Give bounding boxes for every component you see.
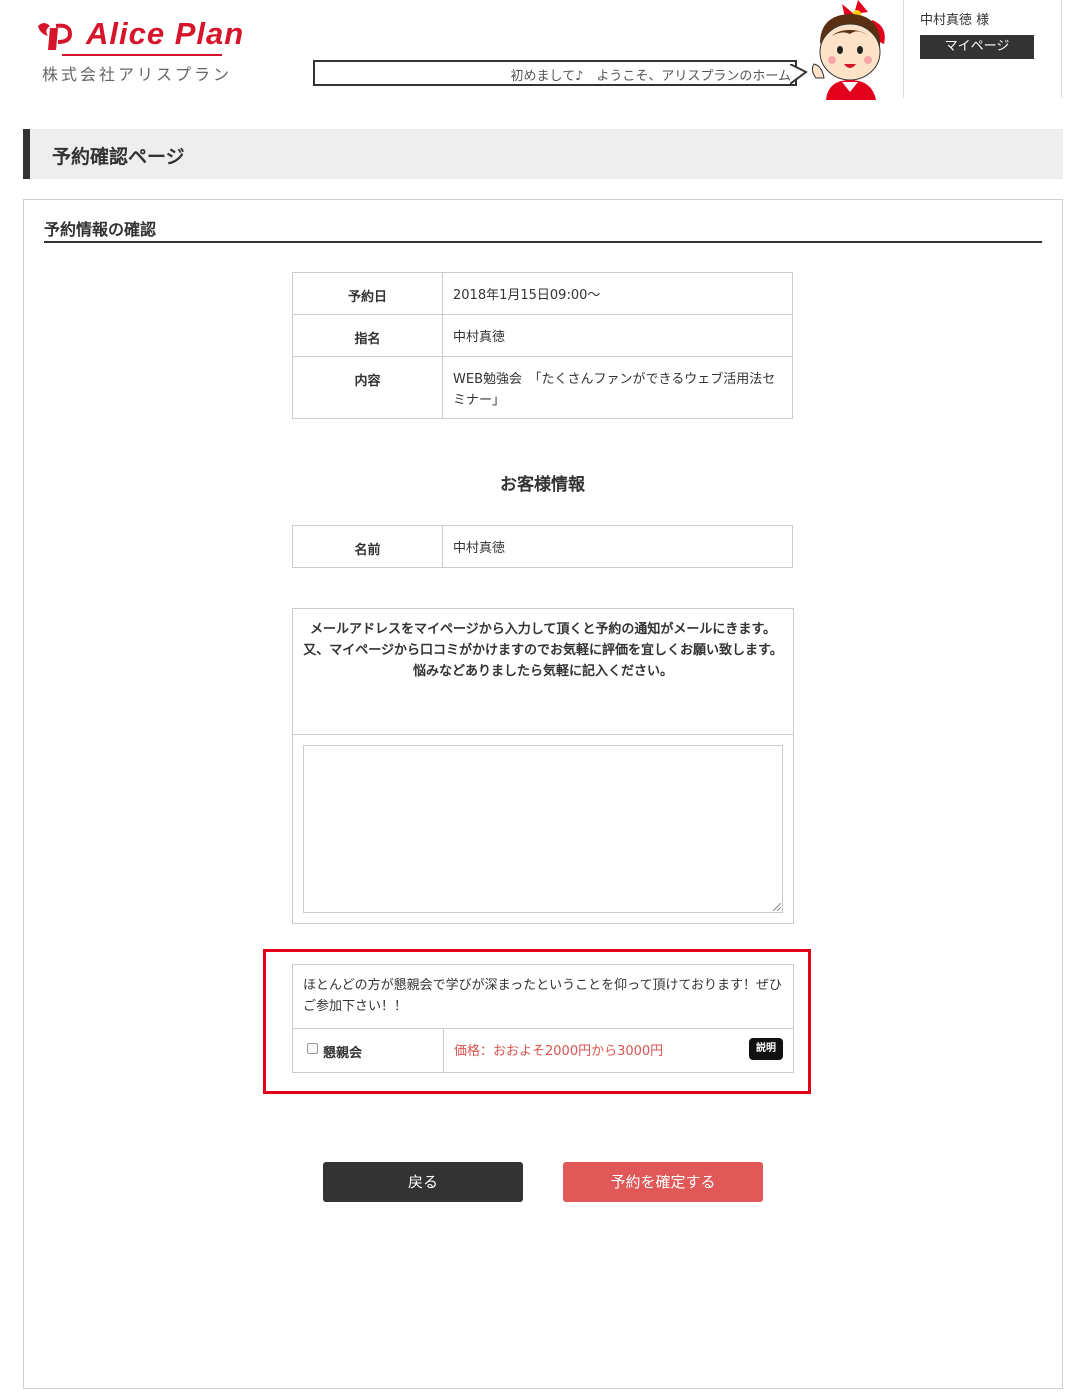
party-label[interactable]: 懇親会: [323, 1042, 362, 1061]
table-row: 指名 中村真徳: [292, 314, 793, 357]
back-button[interactable]: 戻る: [323, 1162, 523, 1202]
table-row: 内容 WEB勉強会 「たくさんファンができるウェブ活用法セミナー」: [292, 356, 793, 419]
mypage-button[interactable]: マイページ: [920, 35, 1034, 59]
user-panel: 中村真徳 様 マイページ: [903, 0, 1062, 98]
page-title-bar: 予約確認ページ: [23, 129, 1063, 179]
alice-plan-logo-icon: [38, 23, 73, 50]
logo-subtitle: 株式会社アリスプラン: [42, 65, 233, 84]
memo-line-1: メールアドレスをマイページから入力して頂くと予約の通知がメールにきます。: [309, 622, 777, 637]
reservation-date-label: 予約日: [292, 272, 443, 315]
marquee-text: 初めまして♪ ようこそ、アリスプランのホーム: [510, 69, 791, 84]
memo-line-2: 又、マイページから口コミがかけますのでお気軽に評価を宜しくお願い致します。: [303, 643, 783, 658]
customer-name-value: 中村真徳: [442, 525, 793, 568]
reservation-date-value: 2018年1月15日09:00〜: [442, 272, 793, 315]
reservation-panel: 予約情報の確認 予約日 2018年1月15日09:00〜 指名 中村真徳 内容 …: [23, 199, 1063, 1389]
welcome-marquee: 初めまして♪ ようこそ、アリスプランのホーム: [313, 60, 797, 86]
nominee-label: 指名: [292, 314, 443, 357]
explain-button[interactable]: 説明: [749, 1038, 783, 1060]
company-logo[interactable]: Alice Plan 株式会社アリスプラン: [34, 16, 243, 86]
memo-instructions: メールアドレスをマイページから入力して頂くと予約の通知がメールにきます。 又、マ…: [293, 609, 793, 735]
party-checkbox[interactable]: [307, 1043, 318, 1054]
confirm-reservation-button[interactable]: 予約を確定する: [563, 1162, 763, 1202]
content-label: 内容: [292, 356, 443, 419]
customer-info-title: お客様情報: [500, 475, 585, 495]
reservation-table: 予約日 2018年1月15日09:00〜 指名 中村真徳 内容 WEB勉強会 「…: [292, 272, 793, 419]
content-value: WEB勉強会 「たくさんファンができるウェブ活用法セミナー」: [442, 356, 793, 419]
party-price: 価格：おおよそ2000円から3000円: [454, 1044, 664, 1059]
memo-box: メールアドレスをマイページから入力して頂くと予約の通知がメールにきます。 又、マ…: [292, 608, 794, 924]
page-title: 予約確認ページ: [52, 146, 185, 168]
table-row: 名前 中村真徳: [292, 525, 793, 568]
party-description: ほとんどの方が懇親会で学びが深まったということを仰って頂けております！ぜひご参加…: [293, 965, 793, 1029]
resize-grip-icon[interactable]: [773, 903, 781, 911]
mascot-girl-icon: [811, 0, 885, 100]
customer-name-label: 名前: [292, 525, 443, 568]
memo-line-3: 悩みなどありましたら気軽に記入ください。: [412, 664, 673, 679]
memo-textarea[interactable]: [303, 745, 783, 913]
user-name: 中村真徳 様: [920, 13, 990, 28]
logo-underline: [62, 54, 222, 56]
customer-table: 名前 中村真徳: [292, 525, 793, 568]
section-heading: 予約情報の確認: [44, 216, 1042, 243]
nominee-value: 中村真徳: [442, 314, 793, 357]
table-row: 予約日 2018年1月15日09:00〜: [292, 272, 793, 315]
section-heading-text: 予約情報の確認: [44, 220, 157, 239]
party-option-cell: 懇親会: [293, 1029, 444, 1072]
logo-title: Alice Plan: [86, 16, 245, 51]
